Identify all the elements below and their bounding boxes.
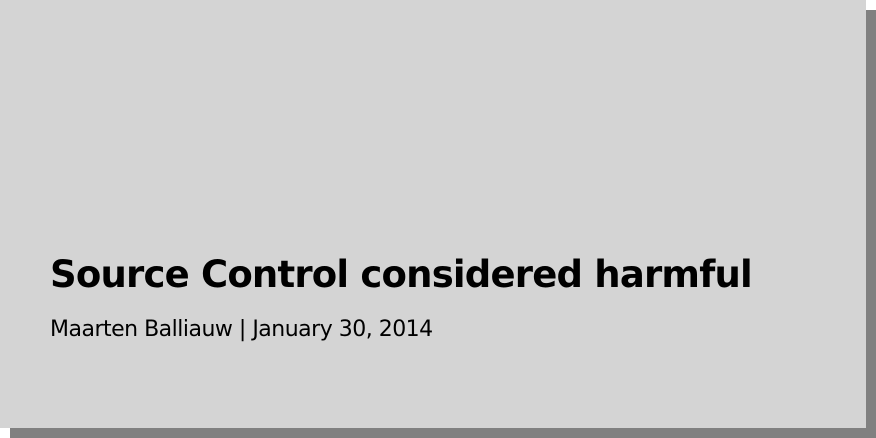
author-date-byline: Maarten Balliauw | January 30, 2014 xyxy=(50,317,433,342)
title-card: Source Control considered harmful Maarte… xyxy=(0,0,866,428)
slide-title: Source Control considered harmful xyxy=(50,253,753,296)
